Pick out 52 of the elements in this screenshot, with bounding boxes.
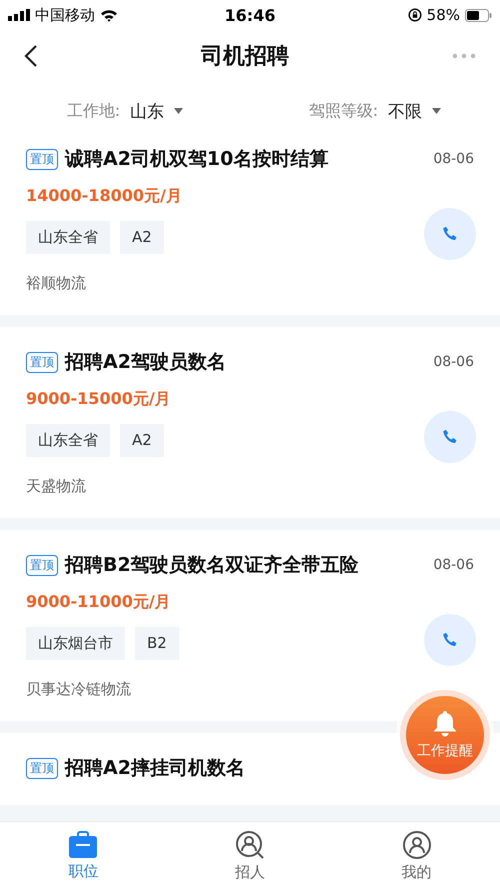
tab-item[interactable]: 我的 — [333, 822, 500, 889]
job-tag: A2 — [120, 221, 164, 254]
call-button[interactable] — [424, 208, 476, 260]
job-title: 招聘A2驾驶员数名 — [65, 350, 227, 375]
bell-icon — [432, 710, 458, 738]
company-name: 裕顺物流 — [26, 274, 87, 293]
call-button[interactable] — [424, 410, 476, 462]
battery-icon — [465, 8, 492, 22]
pinned-tag: 置顶 — [26, 758, 58, 778]
post-date: 08-06 — [433, 557, 474, 573]
pinned-tag: 置顶 — [26, 148, 58, 170]
filter-label: 工作地: — [66, 100, 120, 122]
job-tag: A2 — [120, 424, 164, 457]
job-tag: B2 — [135, 627, 179, 660]
rotation-lock-icon — [408, 8, 422, 22]
pinned-tag: 置顶 — [26, 554, 58, 576]
phone-icon — [441, 224, 459, 242]
filter-dropdown[interactable]: 山东 — [130, 100, 184, 122]
tab-item[interactable]: 职位 — [0, 822, 167, 889]
carrier-name: 中国移动 — [35, 6, 95, 24]
job-tag: 山东烟台市 — [26, 627, 125, 660]
post-date: 08-06 — [433, 354, 474, 370]
back-icon[interactable] — [24, 44, 38, 68]
signal-icon — [8, 9, 30, 21]
dropdown-caret-icon — [174, 108, 184, 114]
wifi-icon — [100, 8, 118, 22]
salary: 14000-18000元/月 — [26, 186, 183, 207]
call-button[interactable] — [424, 614, 476, 666]
job-tag: 山东全省 — [26, 424, 110, 457]
filter-label: 驾照等级: — [308, 100, 378, 122]
briefcase-icon — [68, 830, 98, 858]
job-title: 诚聘A2司机双驾10名按时结算 — [65, 147, 330, 172]
job-title: 招聘A2摔挂司机数名 — [65, 756, 246, 781]
post-date: 08-06 — [433, 151, 474, 167]
battery-percent: 58% — [426, 6, 460, 24]
dropdown-caret-icon — [432, 108, 442, 114]
company-name: 天盛物流 — [26, 477, 87, 496]
job-title: 招聘B2驾驶员数名双证齐全带五险 — [65, 553, 360, 578]
user-search-icon — [235, 830, 265, 860]
more-icon[interactable] — [452, 53, 476, 59]
job-tag: 山东全省 — [26, 221, 110, 254]
tab-item[interactable]: 招人 — [166, 822, 334, 889]
user-icon — [402, 830, 432, 860]
pinned-tag: 置顶 — [26, 352, 58, 372]
phone-icon — [441, 428, 459, 446]
phone-icon — [441, 630, 459, 648]
salary: 9000-15000元/月 — [26, 389, 172, 410]
salary: 9000-11000元/月 — [26, 592, 172, 613]
page-title: 司机招聘 — [201, 43, 289, 71]
clock-time: 16:46 — [224, 6, 276, 24]
filter-dropdown[interactable]: 不限 — [388, 100, 442, 122]
company-name: 贝事达冷链物流 — [26, 680, 132, 699]
